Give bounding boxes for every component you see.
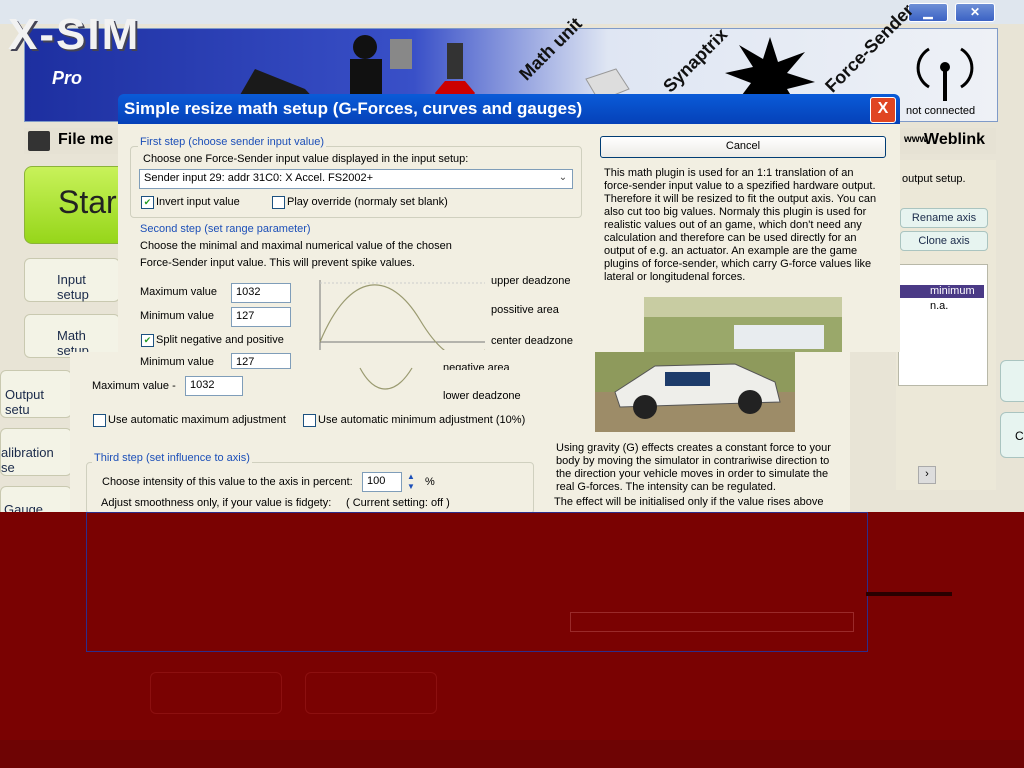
help-text-3: The effect will be initialised only if t… [554,496,824,508]
negative-area-label: negative area [443,362,510,370]
positive-area-label: possitive area [491,304,559,316]
side-tab-button[interactable] [1000,360,1024,402]
rally-car-photo-top [644,297,842,352]
max-value-label: Maximum value [140,286,218,298]
close-window-button[interactable]: ✕ [955,3,995,22]
start-label: Star [58,184,117,220]
taskbar [0,740,1024,768]
scroll-right-icon[interactable]: › [918,466,936,484]
min-value-field[interactable]: 127 [231,307,291,327]
min-value-field-2[interactable]: 127 [231,353,291,369]
range-curve-graphic [319,280,485,350]
artifact-button-2 [305,672,437,714]
output-setup-text: output setup. [902,173,966,185]
max-value-label-2: Maximum value - [92,380,176,392]
nav-input-setup[interactable]: Input setup [24,258,120,302]
antenna-icon [916,47,974,101]
intensity-spinner[interactable]: ▲ ▼ [404,472,418,492]
side-tab-label: C [1015,429,1024,443]
play-override-label: Play override (normaly set blank) [287,196,448,208]
split-checkbox[interactable]: ✔ [141,334,154,347]
split-label: Split negative and positive [156,334,284,346]
center-deadzone-label: center deadzone [491,335,573,347]
step3-heading: Third step (set influence to axis) [92,452,252,464]
smoothness-setting: ( Current setting: off ) [346,497,450,509]
side-tab-button-c[interactable]: C [1000,412,1024,458]
percent-label: % [425,476,435,488]
intensity-label: Choose intensity of this value to the ax… [102,476,353,488]
step2-desc-line2: Force-Sender input value. This will prev… [140,257,415,269]
step1-prompt: Choose one Force-Sender input value disp… [143,153,469,165]
invert-input-label: Invert input value [156,196,240,208]
clone-axis-button[interactable]: Clone axis [900,231,988,251]
cancel-button[interactable]: Cancel [600,136,886,158]
nav-output-setup-label: Output setu [5,387,45,417]
help-text-2: Using gravity (G) effects creates a cons… [556,442,831,493]
nav-calibration-setup-label: alibration se [1,445,54,475]
min-value-label-2: Minimum value [140,356,214,368]
dialog-title: Simple resize math setup (G-Forces, curv… [124,99,583,118]
max-value-field-2[interactable]: 1032 [185,376,243,396]
chevron-down-icon[interactable]: ⌄ [556,170,570,186]
min-value-label: Minimum value [140,310,214,322]
step2-heading: Second step (set range parameter) [140,223,311,235]
invert-input-checkbox[interactable]: ✔ [141,196,154,209]
smoothness-label: Adjust smoothness only, if your value is… [101,497,332,509]
xsim-logo: X-SIM [8,10,141,59]
rally-car-photo [595,352,795,432]
window-titlebar [0,0,1024,24]
file-menu[interactable]: File me [58,131,113,149]
play-override-checkbox[interactable] [272,196,285,209]
step2-desc-line1: Choose the minimal and maximal numerical… [140,240,452,252]
sender-input-value: Sender input 29: addr 31C0: X Accel. FS2… [144,172,374,184]
help-text-1: This math plugin is used for an 1:1 tran… [604,167,877,283]
intensity-field[interactable]: 100 [362,472,402,492]
axis-list-item[interactable]: n.a. [930,300,948,312]
nav-input-setup-label: Input setup [57,272,89,302]
upper-deadzone-label: upper deadzone [491,275,571,287]
step1-heading: First step (choose sender input value) [138,136,327,148]
logo-subtitle: Pro [52,68,83,88]
auto-min-checkbox[interactable] [303,414,316,427]
sender-input-select[interactable]: Sender input 29: addr 31C0: X Accel. FS2… [139,169,573,189]
dialog-close-button[interactable]: X [870,97,896,123]
axis-list[interactable] [898,264,988,386]
auto-max-checkbox[interactable] [93,414,106,427]
nav-output-setup[interactable]: Output setu [0,370,72,418]
auto-min-label: Use automatic minimum adjustment (10%) [318,414,526,426]
auto-max-label: Use automatic maximum adjustment [108,414,286,426]
range-curve-lower-graphic [359,367,413,390]
weblink-menu[interactable]: Weblink [924,131,985,149]
max-value-field[interactable]: 1032 [231,283,291,303]
rename-axis-button[interactable]: Rename axis [900,208,988,228]
artifact-box [570,612,854,632]
nav-calibration-setup[interactable]: alibration se [0,428,72,476]
floppy-disk-icon [28,131,50,151]
artifact-line [866,592,952,596]
connection-status: not connected [906,105,976,117]
lower-deadzone-label: lower deadzone [443,390,521,402]
axis-list-item-selected[interactable]: minimum [900,285,984,298]
artifact-button-1 [150,672,282,714]
